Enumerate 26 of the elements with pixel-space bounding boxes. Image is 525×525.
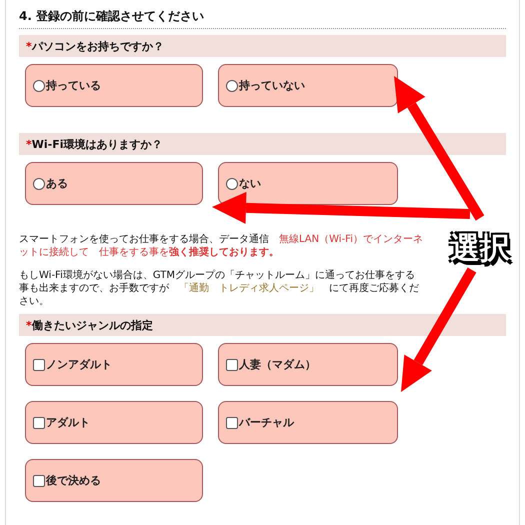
radio-button[interactable] <box>226 80 238 92</box>
link[interactable]: トレディ求人ページ」 <box>219 283 319 294</box>
checkbox[interactable] <box>33 416 45 428</box>
radio-option[interactable]: 持っている <box>25 64 203 107</box>
radio-option[interactable]: ある <box>25 162 203 205</box>
checkbox-option[interactable]: 人妻（マダム） <box>218 343 398 386</box>
radio-button[interactable] <box>226 178 238 190</box>
link[interactable]: 「通勤 <box>179 283 209 294</box>
checkbox[interactable] <box>226 416 238 428</box>
checkbox[interactable] <box>33 474 45 486</box>
question-label: *Wi-Fi環境はありますか？ <box>26 136 163 152</box>
question-label: *パソコンをお持ちですか？ <box>26 38 164 54</box>
checkbox[interactable] <box>33 358 45 370</box>
checkbox-option[interactable]: アダルト <box>25 401 203 444</box>
checkbox-option[interactable]: 後で決める <box>25 459 203 502</box>
question-label: *働きたいジャンルの指定 <box>26 318 153 332</box>
radio-button[interactable] <box>33 80 45 92</box>
section-title: 4. 登録の前に確認させてください <box>19 0 506 29</box>
note-paragraph: スマートフォンを使ってお仕事をする場合、データ通信 無線LAN（Wi-Fi）でインターネットに接続して 仕事をする事を強く推奨しております。 <box>19 233 424 259</box>
note-paragraph: もしWi-Fi環境がない場合は、GTMグループの「チャットルーム」に通ってお仕事をする事も出来ますので、お手数ですが 「通勤 トレディ求人ページ」 にて再度ご応募ください。 <box>19 269 420 308</box>
checkbox-option[interactable]: ノンアダルト <box>25 343 203 386</box>
radio-option[interactable]: ない <box>218 162 398 205</box>
radio-button[interactable] <box>33 178 45 190</box>
checkbox-option[interactable]: バーチャル <box>218 401 398 444</box>
checkbox[interactable] <box>226 358 238 370</box>
radio-option[interactable]: 持っていない <box>218 64 398 107</box>
